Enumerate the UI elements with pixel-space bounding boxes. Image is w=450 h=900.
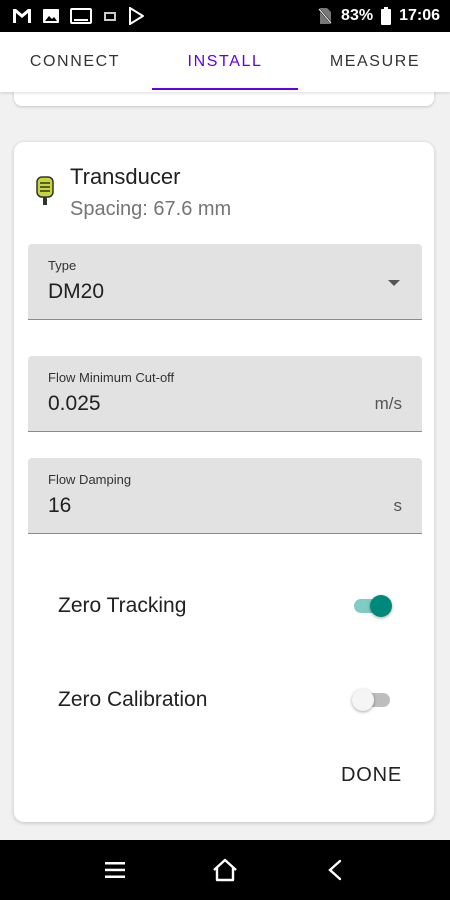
- zero-tracking-row: Zero Tracking: [58, 586, 392, 626]
- tab-install[interactable]: INSTALL: [150, 32, 300, 92]
- flow-damping-unit: s: [393, 496, 403, 515]
- clock: 17:06: [399, 7, 440, 24]
- zero-calibration-label: Zero Calibration: [58, 688, 208, 711]
- dropdown-arrow-icon[interactable]: [388, 280, 400, 286]
- battery-percent: 83%: [341, 7, 374, 24]
- image-icon: [42, 8, 60, 24]
- transducer-icon: [36, 176, 54, 211]
- no-sim-icon: [317, 7, 333, 25]
- home-icon[interactable]: [205, 850, 245, 890]
- tab-connect[interactable]: CONNECT: [0, 32, 150, 92]
- type-label: Type: [48, 258, 77, 273]
- flow-min-cutoff-field[interactable]: Flow Minimum Cut-off 0.025 m/s: [28, 356, 422, 432]
- tab-measure[interactable]: MEASURE: [300, 32, 450, 92]
- type-select[interactable]: Type DM20: [28, 244, 422, 320]
- flow-damping-field[interactable]: Flow Damping 16 s: [28, 458, 422, 534]
- type-value: DM20: [48, 280, 105, 303]
- card-header: Transducer Spacing: 67.6 mm: [34, 160, 414, 224]
- zero-calibration-switch[interactable]: [352, 688, 392, 712]
- zero-calibration-row: Zero Calibration: [58, 680, 392, 720]
- spacing-text: Spacing: 67.6 mm: [70, 198, 232, 220]
- switch-thumb: [370, 595, 392, 617]
- menu-icon[interactable]: [95, 850, 135, 890]
- status-right: 83% 17:06: [317, 7, 440, 25]
- flow-min-cutoff-unit: m/s: [374, 394, 402, 413]
- transducer-card: Transducer Spacing: 67.6 mm Type DM20 Fl…: [14, 142, 434, 822]
- tab-bar: CONNECT INSTALL MEASURE: [0, 32, 450, 92]
- flow-damping-value[interactable]: 16: [48, 494, 71, 518]
- play-store-icon: [128, 7, 144, 25]
- gmail-icon: [12, 8, 32, 24]
- card-title: Transducer: [70, 164, 181, 189]
- zero-tracking-switch[interactable]: [352, 594, 392, 618]
- zero-tracking-label: Zero Tracking: [58, 594, 187, 617]
- switch-thumb: [352, 689, 374, 711]
- cast-icon: [70, 8, 92, 24]
- sim-icon: [102, 8, 118, 24]
- back-icon[interactable]: [315, 850, 355, 890]
- flow-damping-label: Flow Damping: [48, 472, 132, 487]
- status-bar: 83% 17:06: [0, 0, 450, 32]
- done-button[interactable]: DONE: [341, 764, 402, 787]
- navigation-bar: [0, 840, 450, 900]
- status-left: [12, 7, 144, 25]
- flow-min-cutoff-value[interactable]: 0.025: [48, 392, 101, 416]
- flow-min-cutoff-label: Flow Minimum Cut-off: [48, 370, 175, 385]
- battery-icon: [381, 7, 392, 25]
